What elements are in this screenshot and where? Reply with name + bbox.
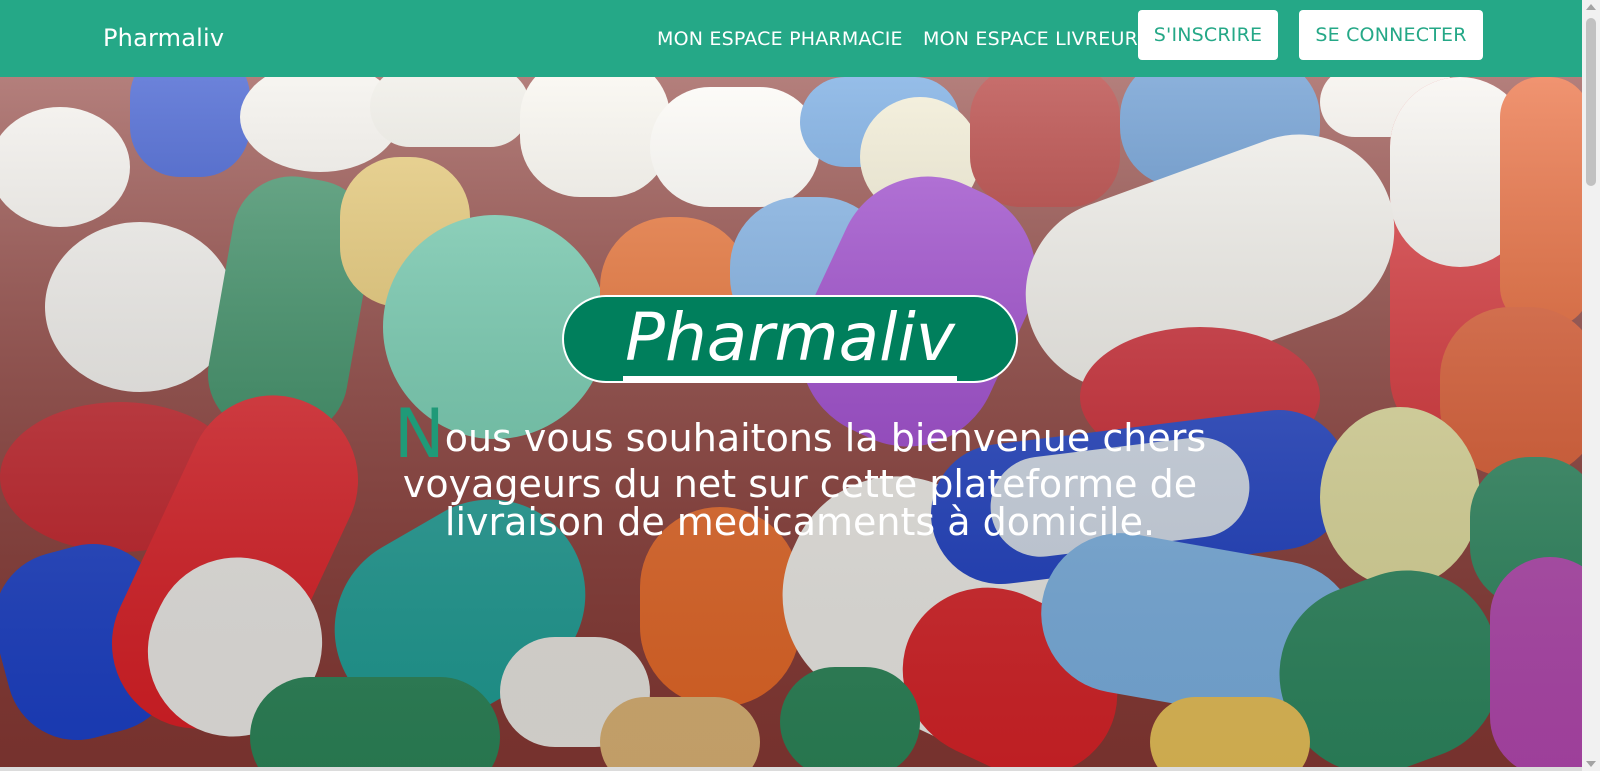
page-scrollbar[interactable] [1582, 0, 1600, 771]
signup-button[interactable]: S'INSCRIRE [1138, 10, 1278, 60]
top-navbar: Pharmaliv MON ESPACE PHARMACIE MON ESPAC… [0, 0, 1582, 77]
hero-title: Pharmaliv [623, 300, 957, 381]
scroll-up-icon[interactable] [1586, 4, 1596, 10]
scroll-thumb[interactable] [1586, 18, 1596, 186]
nav-link-pharmacy-space[interactable]: MON ESPACE PHARMACIE [657, 28, 903, 50]
hero-title-badge: Pharmaliv [562, 295, 1018, 383]
nav-link-courier-space[interactable]: MON ESPACE LIVREUR [923, 28, 1138, 50]
welcome-text: ous vous souhaitons la bienvenue chers v… [402, 416, 1207, 544]
brand-link[interactable]: Pharmaliv [103, 24, 224, 52]
login-button[interactable]: SE CONNECTER [1299, 10, 1483, 60]
scroll-down-icon[interactable] [1586, 761, 1596, 767]
welcome-message: Nous vous souhaitons la bienvenue chers … [370, 401, 1230, 544]
bottom-edge [0, 767, 1582, 771]
